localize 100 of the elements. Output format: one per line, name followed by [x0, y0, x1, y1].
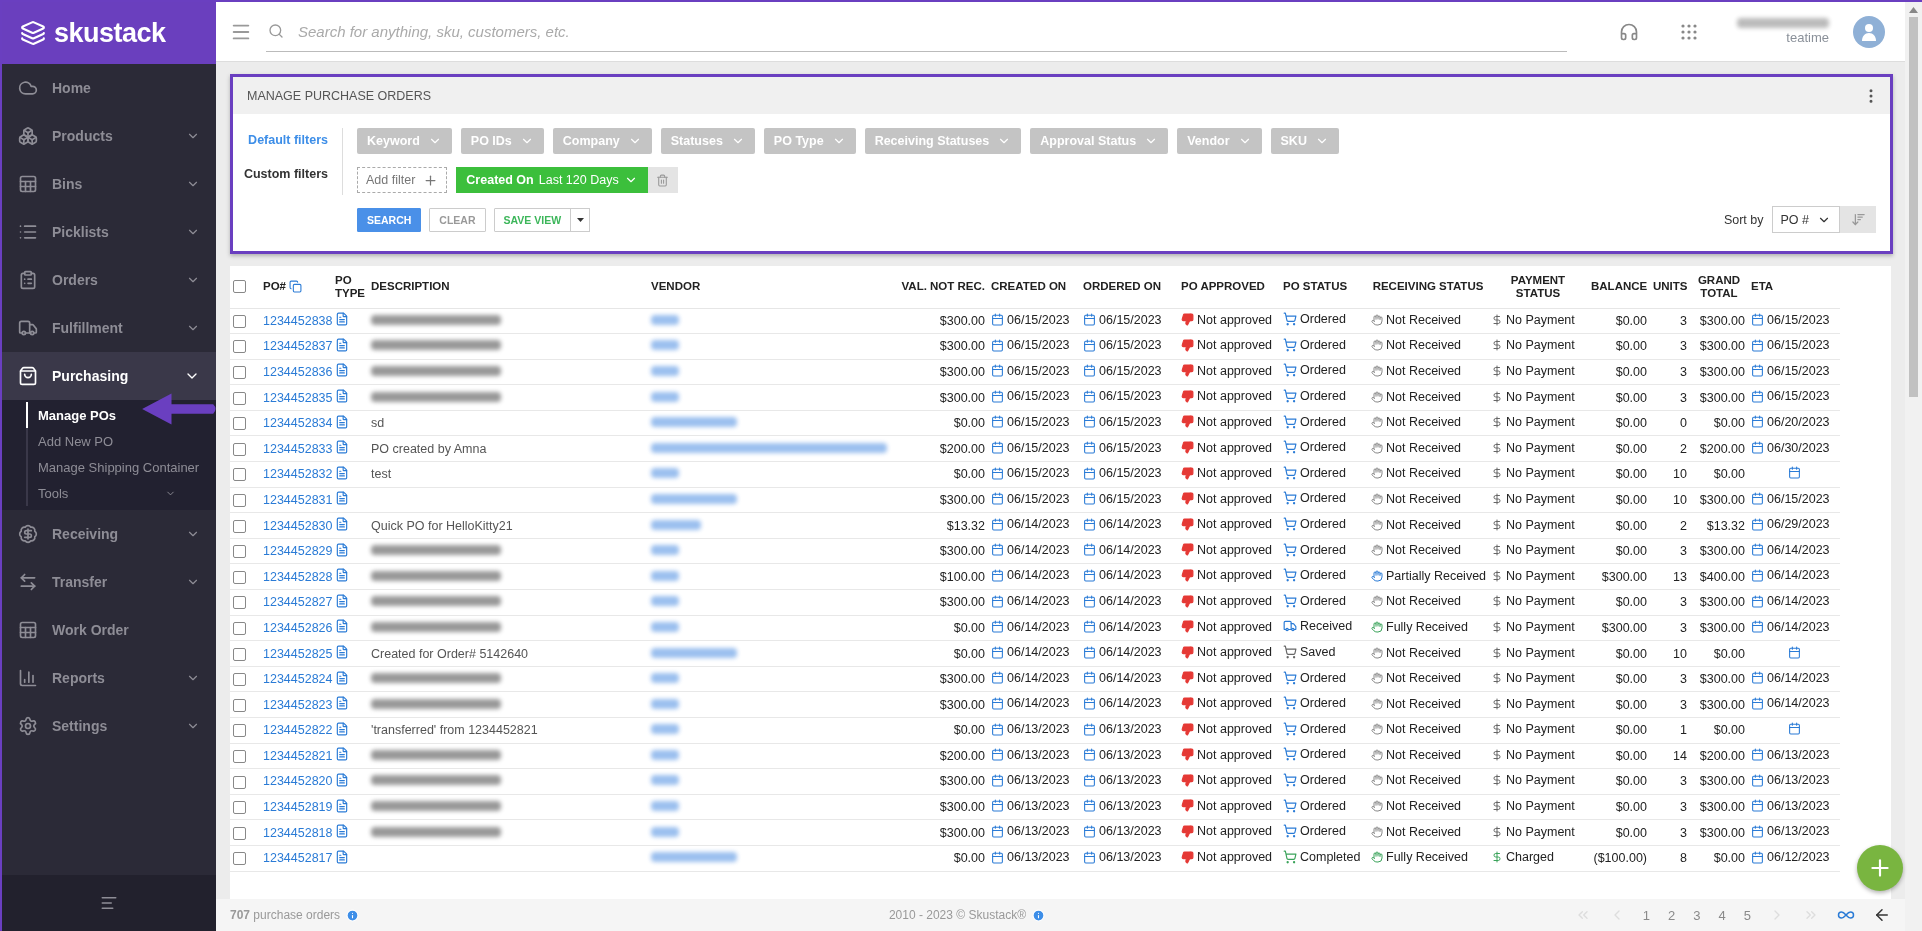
- sidebar-item[interactable]: Fulfillment: [2, 304, 216, 352]
- po-number-link[interactable]: 1234452838: [263, 313, 333, 328]
- po-number-link[interactable]: 1234452832: [263, 467, 333, 482]
- calendar-icon[interactable]: [1751, 415, 1764, 429]
- collapse-icon[interactable]: [100, 894, 118, 912]
- calendar-icon[interactable]: [1751, 620, 1764, 634]
- row-checkbox[interactable]: [233, 442, 246, 456]
- sidebar-item[interactable]: Bins: [2, 160, 216, 208]
- row-checkbox[interactable]: [233, 519, 246, 533]
- row-checkbox[interactable]: [233, 314, 246, 328]
- date-filter-chip[interactable]: Created On Last 120 Days: [456, 167, 648, 193]
- po-number-link[interactable]: 1234452818: [263, 825, 333, 840]
- calendar-icon[interactable]: [1787, 645, 1801, 659]
- document-icon[interactable]: [335, 568, 349, 583]
- info-icon[interactable]: [1032, 908, 1045, 922]
- po-number-link[interactable]: 1234452819: [263, 800, 333, 815]
- row-checkbox[interactable]: [233, 775, 246, 789]
- calendar-icon[interactable]: [1751, 799, 1764, 813]
- document-icon[interactable]: [335, 312, 349, 327]
- row-checkbox[interactable]: [233, 468, 246, 482]
- scroll-up-icon[interactable]: [1909, 7, 1918, 13]
- sidebar-subitem[interactable]: Add New PO: [26, 428, 130, 454]
- calendar-icon[interactable]: [1751, 594, 1764, 608]
- sidebar-item[interactable]: Picklists: [2, 208, 216, 256]
- sidebar-subitem[interactable]: Tools: [26, 480, 192, 506]
- document-icon[interactable]: [335, 798, 349, 813]
- row-checkbox[interactable]: [233, 622, 246, 635]
- document-icon[interactable]: [335, 645, 349, 659]
- document-icon[interactable]: [335, 773, 349, 787]
- copy-icon[interactable]: [289, 280, 302, 294]
- user-avatar[interactable]: [1853, 15, 1885, 48]
- po-number-link[interactable]: 1234452827: [263, 595, 333, 610]
- po-number-link[interactable]: 1234452833: [263, 441, 333, 456]
- calendar-icon[interactable]: [1751, 696, 1764, 710]
- po-number-link[interactable]: 1234452821: [263, 748, 333, 763]
- calendar-icon[interactable]: [1751, 517, 1764, 531]
- add-filter-button[interactable]: Add filter: [357, 167, 448, 193]
- sort-select[interactable]: PO #: [1771, 206, 1840, 233]
- filter-mode-tab[interactable]: Default filters: [248, 133, 328, 147]
- po-number-link[interactable]: 1234452817: [263, 851, 333, 866]
- po-number-link[interactable]: 1234452829: [263, 544, 333, 559]
- document-icon[interactable]: [335, 337, 349, 352]
- document-icon[interactable]: [335, 747, 349, 762]
- document-icon[interactable]: [335, 389, 349, 404]
- po-number-link[interactable]: 1234452822: [263, 723, 333, 738]
- calendar-icon[interactable]: [1751, 364, 1764, 378]
- row-checkbox[interactable]: [233, 417, 246, 431]
- document-icon[interactable]: [335, 465, 349, 480]
- po-number-link[interactable]: 1234452836: [263, 365, 333, 379]
- row-checkbox[interactable]: [233, 366, 246, 380]
- row-checkbox[interactable]: [233, 698, 246, 712]
- document-icon[interactable]: [335, 619, 349, 634]
- sidebar-subitem[interactable]: Manage Shipping Container: [26, 454, 216, 480]
- calendar-icon[interactable]: [1751, 492, 1764, 506]
- sidebar-item[interactable]: Transfer: [2, 558, 216, 606]
- select-all-checkbox[interactable]: [233, 280, 246, 294]
- po-number-link[interactable]: 1234452824: [263, 672, 333, 687]
- calendar-icon[interactable]: [1787, 722, 1801, 736]
- row-checkbox[interactable]: [233, 494, 246, 508]
- calendar-icon[interactable]: [1751, 338, 1764, 352]
- sidebar-subitem[interactable]: Manage POs: [26, 402, 133, 428]
- calendar-icon[interactable]: [1751, 543, 1764, 557]
- calendar-icon[interactable]: [1751, 569, 1764, 582]
- po-number-link[interactable]: 1234452831: [263, 492, 333, 507]
- calendar-icon[interactable]: [1751, 773, 1764, 787]
- row-checkbox[interactable]: [233, 391, 246, 405]
- row-checkbox[interactable]: [233, 724, 246, 738]
- document-icon[interactable]: [335, 670, 349, 685]
- document-icon[interactable]: [335, 696, 349, 711]
- po-number-link[interactable]: 1234452835: [263, 390, 333, 405]
- calendar-icon[interactable]: [1787, 466, 1801, 480]
- search-button[interactable]: SEARCH: [357, 207, 422, 232]
- sidebar-item[interactable]: Settings: [2, 702, 216, 750]
- row-checkbox[interactable]: [233, 647, 246, 661]
- sidebar-item[interactable]: Home: [2, 64, 216, 112]
- document-icon[interactable]: [335, 593, 349, 608]
- calendar-icon[interactable]: [1751, 441, 1764, 454]
- save-view-button[interactable]: SAVE VIEW: [493, 207, 572, 232]
- scroll-thumb[interactable]: [1909, 17, 1918, 397]
- calendar-icon[interactable]: [1751, 850, 1764, 864]
- row-checkbox[interactable]: [233, 852, 246, 866]
- po-number-link[interactable]: 1234452820: [263, 774, 333, 789]
- document-icon[interactable]: [335, 517, 349, 532]
- po-number-link[interactable]: 1234452825: [263, 646, 333, 661]
- sidebar-item[interactable]: Reports: [2, 654, 216, 702]
- filter-mode-tab[interactable]: Custom filters: [243, 167, 328, 181]
- info-icon[interactable]: [346, 908, 360, 922]
- calendar-icon[interactable]: [1751, 671, 1764, 685]
- row-checkbox[interactable]: [233, 750, 246, 763]
- sort-order-button[interactable]: [1840, 206, 1876, 233]
- apps-grid-icon[interactable]: [1681, 23, 1697, 40]
- calendar-icon[interactable]: [1751, 313, 1764, 327]
- calendar-icon[interactable]: [1751, 824, 1764, 838]
- row-checkbox[interactable]: [233, 826, 246, 840]
- document-icon[interactable]: [335, 440, 349, 455]
- document-icon[interactable]: [335, 414, 349, 429]
- document-icon[interactable]: [335, 721, 349, 736]
- row-checkbox[interactable]: [233, 596, 246, 610]
- document-icon[interactable]: [335, 491, 349, 506]
- sidebar-item[interactable]: Receiving: [2, 510, 216, 558]
